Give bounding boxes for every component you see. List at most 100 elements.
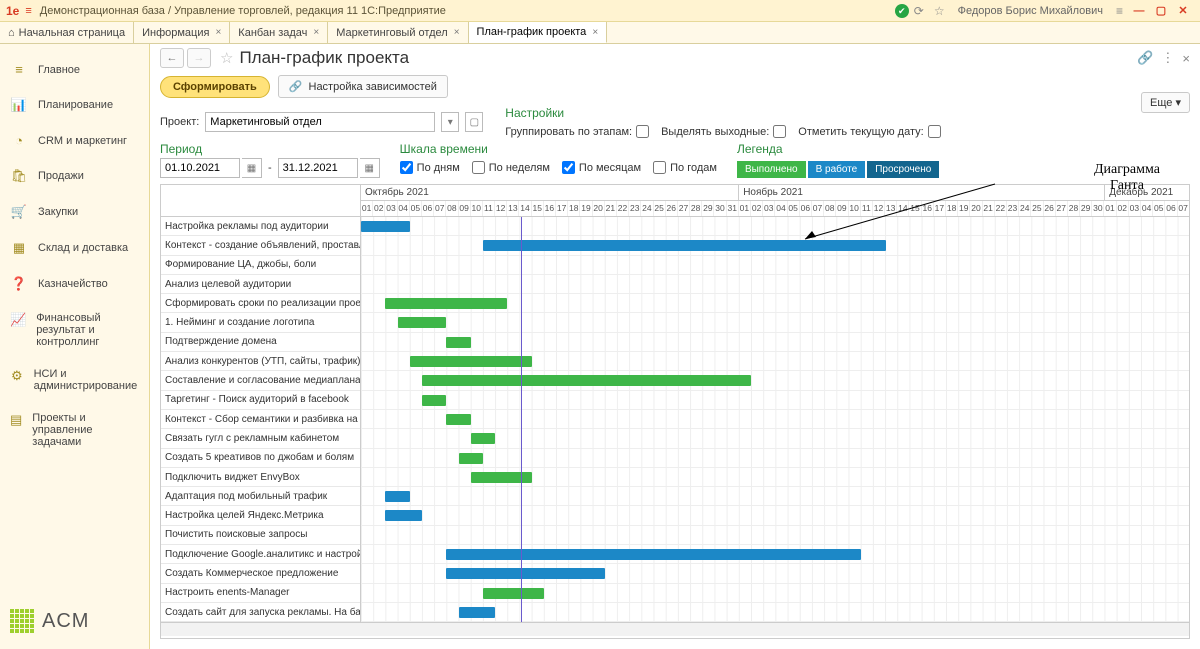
- task-name[interactable]: Почистить поисковые запросы: [161, 526, 360, 545]
- gantt-bar[interactable]: [446, 337, 470, 348]
- calendar-icon[interactable]: ▦: [242, 158, 262, 178]
- cb-scale-weeks[interactable]: По неделям: [472, 161, 550, 174]
- task-name[interactable]: Адаптация под мобильный трафик: [161, 487, 360, 506]
- task-name[interactable]: Формирование ЦА, джобы, боли: [161, 256, 360, 275]
- checkbox[interactable]: [773, 125, 786, 138]
- tab-info[interactable]: Информация ×: [134, 22, 230, 43]
- sidebar-item-sales[interactable]: 🛍Продажи: [0, 158, 149, 194]
- gantt-bar[interactable]: [446, 414, 470, 425]
- task-name[interactable]: Настроить enents-Manager: [161, 584, 360, 603]
- checkbox[interactable]: [653, 161, 666, 174]
- gantt-bar[interactable]: [459, 607, 496, 618]
- gantt-bar[interactable]: [410, 356, 532, 367]
- gantt-bar[interactable]: [446, 549, 861, 560]
- task-name[interactable]: Анализ конкурентов (УТП, сайты, трафик): [161, 352, 360, 371]
- kebab-icon[interactable]: ⋮: [1161, 50, 1174, 66]
- nav-back-button[interactable]: ←: [160, 48, 184, 68]
- tab-close-icon[interactable]: ×: [454, 27, 460, 38]
- task-name[interactable]: Настройка целей Яндекс.Метрика: [161, 506, 360, 525]
- dependencies-button[interactable]: 🔗 Настройка зависимостей: [278, 75, 448, 98]
- sidebar-item-finance[interactable]: 📈Финансовый результат и контроллинг: [0, 302, 149, 358]
- checkbox[interactable]: [928, 125, 941, 138]
- gantt-bar[interactable]: [459, 453, 483, 464]
- gantt-bar[interactable]: [483, 588, 544, 599]
- cb-scale-months[interactable]: По месяцам: [562, 161, 641, 174]
- global-menu-icon[interactable]: ≡: [25, 5, 31, 17]
- horizontal-scrollbar[interactable]: [161, 622, 1189, 636]
- project-open-button[interactable]: ▢: [465, 112, 483, 132]
- cb-mark-today[interactable]: Отметить текущую дату:: [798, 125, 940, 138]
- minimize-button[interactable]: —: [1132, 5, 1146, 17]
- gantt-bar[interactable]: [361, 221, 410, 232]
- gantt-bar[interactable]: [422, 375, 751, 386]
- sidebar-item-label: Склад и доставка: [38, 242, 128, 254]
- generate-button[interactable]: Сформировать: [160, 76, 270, 98]
- favorite-icon[interactable]: ☆: [220, 49, 233, 67]
- checkbox[interactable]: [472, 161, 485, 174]
- gantt-bar[interactable]: [471, 472, 532, 483]
- checkbox[interactable]: [400, 161, 413, 174]
- close-panel-icon[interactable]: ×: [1182, 51, 1190, 66]
- task-name[interactable]: Создать сайт для запуска рекламы. На баз…: [161, 603, 360, 622]
- gantt-bar[interactable]: [385, 491, 409, 502]
- tab-kanban[interactable]: Канбан задач ×: [230, 22, 328, 43]
- gantt-bar[interactable]: [446, 568, 605, 579]
- sidebar-item-crm[interactable]: ◔CRM и маркетинг: [0, 123, 149, 158]
- sidebar-item-planning[interactable]: 📊Планирование: [0, 87, 149, 123]
- task-name[interactable]: Настройка рекламы под аудитории: [161, 217, 360, 236]
- task-name[interactable]: Создать 5 креативов по джобам и болям: [161, 449, 360, 468]
- task-name[interactable]: Составление и согласование медиаплана: [161, 371, 360, 390]
- date-from-input[interactable]: [160, 158, 240, 178]
- sidebar-item-treasury[interactable]: ❓Казначейство: [0, 266, 149, 302]
- favorite-star-icon[interactable]: ☆: [934, 4, 945, 18]
- task-name[interactable]: Таргетинг - Поиск аудиторий в facebook: [161, 391, 360, 410]
- task-name[interactable]: Анализ целевой аудитории: [161, 275, 360, 294]
- gantt-bar[interactable]: [422, 395, 446, 406]
- notifications-icon[interactable]: ✔: [895, 4, 909, 18]
- project-dropdown-button[interactable]: ▾: [441, 112, 459, 132]
- sidebar-item-admin[interactable]: ⚙НСИ и администрирование: [0, 358, 149, 402]
- tab-close-icon[interactable]: ×: [215, 27, 221, 38]
- more-button[interactable]: Еще ▾: [1141, 92, 1190, 113]
- project-input[interactable]: [205, 112, 435, 132]
- task-name[interactable]: Подтверждение домена: [161, 333, 360, 352]
- task-name[interactable]: Связать гугл с рекламным кабинетом: [161, 429, 360, 448]
- tab-close-icon[interactable]: ×: [592, 27, 598, 38]
- task-name[interactable]: 1. Нейминг и создание логотипа: [161, 313, 360, 332]
- tab-close-icon[interactable]: ×: [313, 27, 319, 38]
- checkbox[interactable]: [636, 125, 649, 138]
- gantt-bar[interactable]: [483, 240, 886, 251]
- current-user[interactable]: Федоров Борис Михайлович: [958, 5, 1103, 17]
- maximize-button[interactable]: ▢: [1154, 4, 1168, 17]
- gantt-chart[interactable]: Октябрь 2021Ноябрь 2021Декабрь 202101020…: [160, 184, 1190, 639]
- sidebar-item-purchases[interactable]: 🛒Закупки: [0, 194, 149, 230]
- checkbox[interactable]: [562, 161, 575, 174]
- task-name[interactable]: Создать Коммерческое предложение: [161, 564, 360, 583]
- task-name[interactable]: Подключение Google.аналитикс и настройка…: [161, 545, 360, 564]
- close-window-button[interactable]: ✕: [1176, 4, 1190, 17]
- history-icon[interactable]: ⟳: [914, 4, 924, 18]
- task-name[interactable]: Контекст - Сбор семантики и разбивка на …: [161, 410, 360, 429]
- task-name[interactable]: Сформировать сроки по реализации проекта…: [161, 294, 360, 313]
- link-icon[interactable]: 🔗: [1137, 50, 1153, 66]
- cb-scale-days[interactable]: По дням: [400, 161, 460, 174]
- menu-lines-icon[interactable]: ≡: [1116, 4, 1123, 18]
- gantt-bar[interactable]: [385, 510, 422, 521]
- cb-scale-years[interactable]: По годам: [653, 161, 717, 174]
- sidebar-item-projects[interactable]: ▤Проекты и управление задачами: [0, 402, 149, 458]
- date-to-input[interactable]: [278, 158, 358, 178]
- cb-group-stages[interactable]: Группировать по этапам:: [505, 125, 649, 138]
- task-name[interactable]: Подключить виджет EnvyBox: [161, 468, 360, 487]
- nav-forward-button[interactable]: →: [187, 48, 211, 68]
- tab-gantt[interactable]: План-график проекта ×: [469, 22, 608, 43]
- cb-highlight-weekends[interactable]: Выделять выходные:: [661, 125, 786, 138]
- gantt-bar[interactable]: [471, 433, 495, 444]
- gantt-bar[interactable]: [385, 298, 507, 309]
- sidebar-item-main[interactable]: ≡Главное: [0, 52, 149, 87]
- task-name[interactable]: Контекст - создание объявлений, проставл…: [161, 236, 360, 255]
- calendar-icon[interactable]: ▦: [360, 158, 380, 178]
- gantt-bar[interactable]: [398, 317, 447, 328]
- tab-home[interactable]: ⌂ Начальная страница: [0, 22, 134, 43]
- sidebar-item-warehouse[interactable]: ▦Склад и доставка: [0, 230, 149, 266]
- tab-marketing-dept[interactable]: Маркетинговый отдел ×: [328, 22, 468, 43]
